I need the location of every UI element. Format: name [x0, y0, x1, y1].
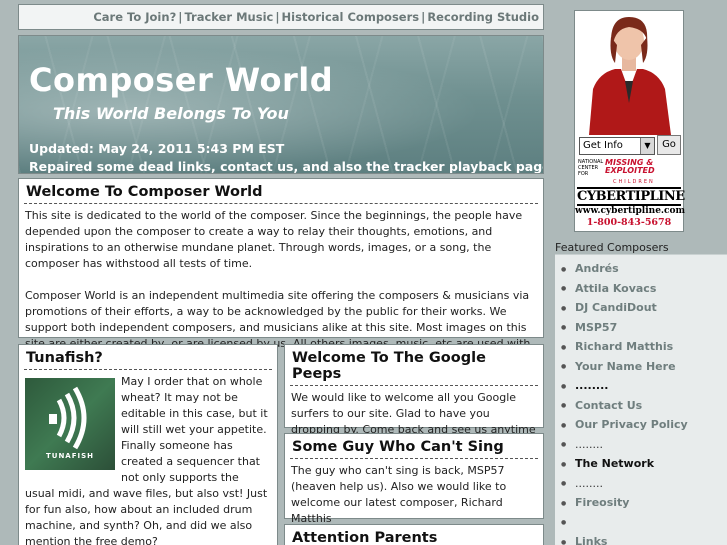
- sidebar-link[interactable]: Richard Matthis: [575, 340, 673, 353]
- nav-link-tracker-music[interactable]: Tracker Music: [184, 10, 273, 24]
- sidebar-item[interactable]: Attila Kovacs: [561, 279, 727, 299]
- ad-photo: [575, 11, 683, 135]
- tunafish-logo-image[interactable]: TUNAFISH: [25, 378, 115, 470]
- sidebar-separator: ........: [575, 437, 603, 451]
- some-guy-heading: Some Guy Who Can't Sing: [290, 434, 538, 459]
- ad-ncmec-label: NATIONAL CENTER FOR: [578, 159, 604, 177]
- sidebar-link[interactable]: Contact Us: [575, 399, 642, 412]
- sidebar-separator: ........: [575, 476, 603, 490]
- sidebar-item[interactable]: Links: [561, 532, 727, 545]
- sidebar-link[interactable]: MSP57: [575, 321, 617, 334]
- top-navigation: Care To Join? | Tracker Music | Historical C…: [18, 4, 544, 30]
- header-banner: Composer World This World Belongs To You…: [18, 35, 544, 174]
- sidebar-item[interactable]: Contact Us: [561, 396, 727, 416]
- tunafish-logo-text: TUNAFISH: [45, 452, 95, 460]
- nav-link-historical-composers[interactable]: Historical Composers: [282, 10, 420, 24]
- some-guy-body: The guy who can't sing is back, MSP57 (h…: [291, 464, 507, 525]
- ad-select-value: Get Info: [583, 140, 623, 151]
- sidebar-item: ........: [561, 435, 727, 455]
- sidebar-item[interactable]: Fireosity: [561, 493, 727, 513]
- sidebar-link[interactable]: DJ CandiDout: [575, 301, 657, 314]
- ad-woman-portrait: [589, 17, 671, 135]
- ad-children-text: CHILDREN: [613, 179, 655, 185]
- sidebar-list: Andrés Attila Kovacs DJ CandiDout MSP57 Rich…: [555, 255, 727, 545]
- sidebar-item: ........: [561, 376, 727, 396]
- sidebar-item[interactable]: Richard Matthis: [561, 337, 727, 357]
- update-notice: Repaired some dead links, contact us, an…: [29, 159, 544, 174]
- ad-missing-text: MISSING & EXPLOITED: [605, 158, 655, 175]
- google-peeps-heading: Welcome To The Google Peeps: [290, 345, 538, 386]
- ad-phone: 1-800-843-5678: [586, 217, 672, 228]
- cybertipline-ad[interactable]: Get Info ▼ Go NATIONAL CENTER FOR MISSIN…: [574, 10, 685, 232]
- welcome-section: Welcome To Composer World This site is d…: [18, 178, 544, 366]
- some-guy-section: Some Guy Who Can't Sing The guy who can'…: [284, 433, 544, 525]
- site-title: Composer World: [29, 61, 334, 99]
- nav-link-recording-studio[interactable]: Recording Studio: [427, 10, 539, 24]
- sidebar-item[interactable]: Andrés: [561, 259, 727, 279]
- updated-timestamp: Updated: May 24, 2011 5:43 PM EST: [29, 141, 285, 156]
- sidebar-item[interactable]: Your Name Here: [561, 357, 727, 377]
- attention-parents-section: Attention Parents: [284, 524, 544, 545]
- sidebar-link[interactable]: Links: [575, 535, 607, 545]
- sidebar-item[interactable]: Our Privacy Policy: [561, 415, 727, 435]
- nav-separator: |: [275, 10, 280, 24]
- sidebar-item[interactable]: DJ CandiDout: [561, 298, 727, 318]
- sidebar-item: [561, 513, 727, 533]
- attention-parents-heading: Attention Parents: [292, 530, 438, 545]
- sidebar: Andrés Attila Kovacs DJ CandiDout MSP57 Rich…: [555, 254, 727, 545]
- sidebar-title: Featured Composers: [555, 241, 669, 254]
- ad-url[interactable]: www.cybertipline.com: [575, 206, 685, 216]
- tunafish-body: TUNAFISH May I order that on whole wheat…: [19, 370, 277, 545]
- ad-info-select[interactable]: Get Info ▼: [579, 137, 655, 155]
- sidebar-link[interactable]: Fireosity: [575, 496, 629, 509]
- site-tagline: This World Belongs To You: [53, 104, 289, 123]
- sidebar-link[interactable]: Andrés: [575, 262, 619, 275]
- sidebar-link[interactable]: Attila Kovacs: [575, 282, 656, 295]
- ad-go-button[interactable]: Go: [657, 135, 681, 155]
- nav-link-care-to-join[interactable]: Care To Join?: [93, 10, 176, 24]
- tunafish-heading: Tunafish?: [24, 345, 272, 370]
- sidebar-link[interactable]: Our Privacy Policy: [575, 418, 688, 431]
- sidebar-link[interactable]: Your Name Here: [575, 360, 676, 373]
- welcome-paragraph-1: This site is dedicated to the world of t…: [25, 209, 523, 270]
- sidebar-item[interactable]: The Network: [561, 454, 727, 474]
- welcome-heading: Welcome To Composer World: [24, 179, 538, 204]
- chevron-down-icon[interactable]: ▼: [640, 138, 654, 154]
- ad-brand: CYBERTIPLINE: [577, 187, 685, 206]
- sidebar-item: ........: [561, 474, 727, 494]
- google-peeps-section: Welcome To The Google Peeps We would lik…: [284, 344, 544, 452]
- sidebar-item[interactable]: MSP57: [561, 318, 727, 338]
- tunafish-section: Tunafish? TUNAFISH May I order that on w…: [18, 344, 278, 545]
- sidebar-link[interactable]: The Network: [575, 457, 654, 470]
- sidebar-separator: ........: [575, 379, 609, 392]
